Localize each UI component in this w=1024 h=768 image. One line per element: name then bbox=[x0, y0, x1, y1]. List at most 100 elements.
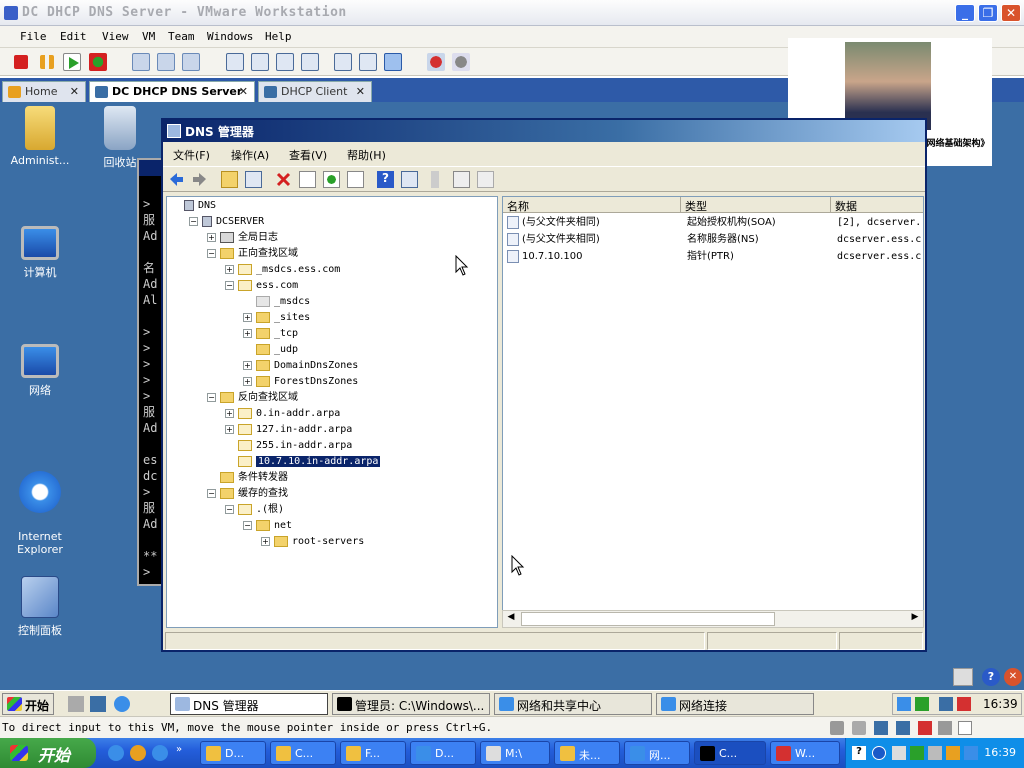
taskbar-item-dns-manager[interactable]: DNS 管理器 bbox=[170, 693, 328, 715]
record-icon[interactable] bbox=[427, 53, 445, 71]
close-button[interactable]: ✕ bbox=[1001, 4, 1021, 22]
snapshot-icon[interactable] bbox=[132, 53, 150, 71]
host-task-item[interactable]: W... bbox=[770, 741, 840, 765]
chevron-icon[interactable]: » bbox=[176, 744, 182, 755]
tray-icon[interactable] bbox=[946, 746, 960, 760]
host-task-item[interactable]: 未... bbox=[554, 741, 620, 765]
appliance-view-icon[interactable] bbox=[384, 53, 402, 71]
snapshot-manager-icon[interactable] bbox=[182, 53, 200, 71]
expand-icon[interactable]: + bbox=[261, 536, 270, 546]
tree-node[interactable]: 255.in-addr.arpa bbox=[225, 439, 352, 453]
collapse-icon[interactable]: − bbox=[189, 216, 198, 226]
collapse-icon[interactable]: − bbox=[207, 248, 216, 258]
close-tab-icon[interactable]: ✕ bbox=[70, 85, 79, 98]
delete-icon[interactable] bbox=[275, 171, 292, 188]
help-icon[interactable]: ? bbox=[852, 746, 866, 760]
minimize-button[interactable]: _ bbox=[955, 4, 975, 22]
tray-icon[interactable] bbox=[939, 697, 953, 711]
power-on-icon[interactable] bbox=[63, 53, 81, 71]
host-task-item[interactable]: D... bbox=[410, 741, 476, 765]
expand-icon[interactable]: + bbox=[243, 328, 252, 338]
console-view-icon[interactable] bbox=[334, 53, 352, 71]
tree-node[interactable]: − ess.com bbox=[225, 279, 298, 293]
console-tree[interactable]: DNS − DCSERVER + 全局日志 − 正向查找区域 + _msdcs.ess.com −… bbox=[166, 196, 498, 628]
help-circle-icon[interactable]: ? bbox=[982, 668, 1000, 686]
tray-icon[interactable] bbox=[910, 746, 924, 760]
server-icon[interactable] bbox=[431, 171, 439, 188]
reset-icon[interactable] bbox=[89, 53, 107, 71]
menu-file[interactable]: File bbox=[20, 30, 47, 43]
tree-node[interactable]: + root-servers bbox=[261, 535, 364, 549]
help-icon[interactable]: ? bbox=[377, 171, 394, 188]
refresh-icon[interactable] bbox=[323, 171, 340, 188]
horizontal-scrollbar[interactable]: ◀ ▶ bbox=[502, 610, 924, 628]
desktop-icon-control-panel[interactable]: 控制面板 bbox=[0, 576, 80, 638]
action-pane-icon[interactable] bbox=[401, 171, 418, 188]
expand-icon[interactable]: + bbox=[225, 264, 234, 274]
tree-node[interactable]: 10.7.10.in-addr.arpa bbox=[225, 455, 381, 469]
menu-view[interactable]: View bbox=[102, 30, 129, 43]
list-icon[interactable] bbox=[453, 171, 470, 188]
host-task-item[interactable]: C... bbox=[694, 741, 766, 765]
desktop-icon-network[interactable]: 网络 bbox=[0, 344, 80, 398]
unity-icon[interactable] bbox=[301, 53, 319, 71]
expand-icon[interactable]: + bbox=[243, 360, 252, 370]
up-folder-icon[interactable] bbox=[221, 171, 238, 188]
message-icon[interactable] bbox=[958, 721, 972, 735]
hdd-icon[interactable] bbox=[830, 721, 844, 735]
tree-node[interactable]: + DomainDnsZones bbox=[243, 359, 358, 373]
properties-icon[interactable] bbox=[299, 171, 316, 188]
desktop-icon-computer[interactable]: 计算机 bbox=[0, 226, 80, 280]
quicklaunch-icon[interactable] bbox=[130, 745, 146, 761]
collapse-icon[interactable]: − bbox=[243, 520, 252, 530]
tree-node[interactable]: + _msdcs.ess.com bbox=[225, 263, 340, 277]
copy-icon[interactable] bbox=[477, 171, 494, 188]
tray-icon[interactable] bbox=[957, 697, 971, 711]
tree-node[interactable]: + ForestDnsZones bbox=[243, 375, 358, 389]
export-list-icon[interactable] bbox=[347, 171, 364, 188]
expand-icon[interactable]: + bbox=[225, 408, 234, 418]
tab-dhcp-client[interactable]: DHCP Client ✕ bbox=[258, 81, 372, 102]
close-tab-icon[interactable]: ✕ bbox=[239, 85, 248, 98]
guest-start-button[interactable]: 开始 bbox=[2, 693, 54, 715]
tray-icon[interactable] bbox=[928, 746, 942, 760]
details-pane[interactable]: 名称 类型 数据 (与父文件夹相同) 起始授权机构(SOA) [2], dcserv… bbox=[502, 196, 924, 628]
expand-icon[interactable]: + bbox=[243, 312, 252, 322]
ie-quicklaunch-icon[interactable] bbox=[114, 696, 130, 712]
menu-file-cn[interactable]: 文件(F) bbox=[173, 147, 210, 163]
desktop-icon-administrator[interactable]: Administ... bbox=[0, 106, 80, 167]
tray-icon[interactable] bbox=[892, 746, 906, 760]
menu-team[interactable]: Team bbox=[168, 30, 195, 43]
tab-dc-dhcp-dns-server[interactable]: DC DHCP DNS Server ✕ bbox=[89, 81, 255, 102]
host-task-item[interactable]: C... bbox=[270, 741, 336, 765]
tree-node[interactable]: − 正向查找区域 bbox=[207, 247, 298, 261]
host-task-item[interactable]: D... bbox=[200, 741, 266, 765]
scroll-left-icon[interactable]: ◀ bbox=[504, 612, 518, 626]
menu-windows[interactable]: Windows bbox=[207, 30, 253, 43]
tray-icon[interactable] bbox=[964, 746, 978, 760]
tree-node[interactable]: _udp bbox=[243, 343, 298, 357]
host-start-button[interactable]: 开始 bbox=[0, 738, 96, 768]
collapse-icon[interactable]: − bbox=[225, 280, 234, 290]
cdrom-icon[interactable] bbox=[852, 721, 866, 735]
desktop-icon-internet-explorer[interactable]: Internet Explorer bbox=[0, 458, 80, 556]
suspend-icon[interactable] bbox=[40, 55, 54, 69]
scroll-right-icon[interactable]: ▶ bbox=[908, 612, 922, 626]
restore-button[interactable]: ❐ bbox=[978, 4, 998, 22]
show-hide-console-tree-icon[interactable] bbox=[245, 171, 262, 188]
menu-help[interactable]: Help bbox=[265, 30, 292, 43]
power-off-icon[interactable] bbox=[14, 55, 28, 69]
tree-node[interactable]: − .(根) bbox=[225, 503, 284, 517]
tree-node[interactable]: − 反向查找区域 bbox=[207, 391, 298, 405]
host-task-item[interactable]: 网... bbox=[624, 741, 690, 765]
forward-arrow-icon[interactable] bbox=[191, 171, 208, 188]
network-adapter-icon[interactable] bbox=[874, 721, 888, 735]
revert-snapshot-icon[interactable] bbox=[157, 53, 175, 71]
column-header-name[interactable]: 名称 bbox=[503, 197, 681, 213]
chevron-left-icon[interactable] bbox=[872, 746, 886, 760]
taskbar-item-cmd[interactable]: 管理员: C:\Windows\... bbox=[332, 693, 490, 715]
host-task-item[interactable]: M:\ bbox=[480, 741, 550, 765]
tray-icon[interactable] bbox=[897, 697, 911, 711]
keyboard-icon[interactable] bbox=[953, 668, 973, 686]
menu-action[interactable]: 操作(A) bbox=[231, 147, 269, 163]
